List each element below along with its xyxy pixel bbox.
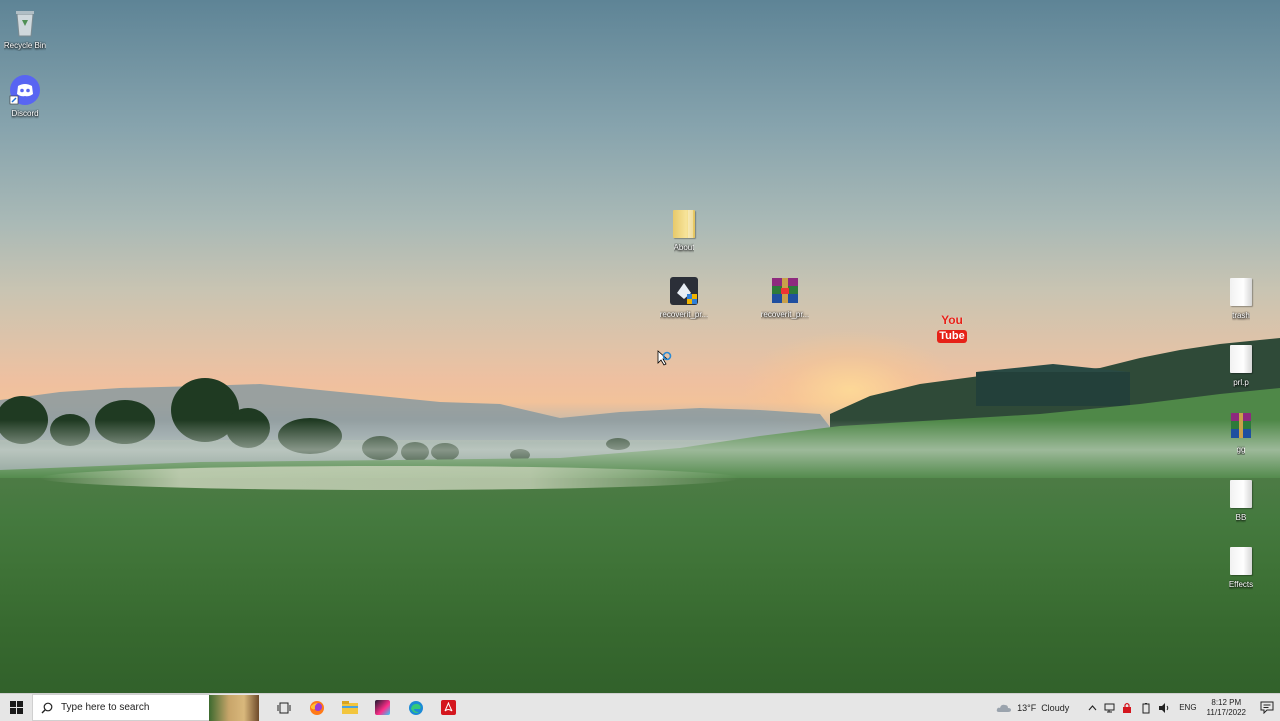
folder-icon bbox=[668, 208, 700, 240]
taskbar-app[interactable] bbox=[367, 694, 398, 721]
desktop-icon-trash[interactable]: trash bbox=[1204, 276, 1278, 321]
chevron-up-icon bbox=[1088, 704, 1097, 710]
desktop-icon-about[interactable]: About bbox=[647, 208, 721, 253]
weather-widget[interactable]: 13°F Cloudy bbox=[996, 702, 1069, 714]
search-highlight-art bbox=[209, 695, 259, 721]
file-icon bbox=[1225, 276, 1257, 308]
cloudy-weather-icon bbox=[996, 704, 1012, 712]
youtube-icon: You Tube bbox=[936, 314, 968, 344]
input-language-button[interactable]: ENG bbox=[1179, 703, 1196, 712]
desktop-icon-label: prl.p bbox=[1233, 378, 1249, 387]
desktop-icon-label: trash bbox=[1232, 311, 1250, 320]
desktop-icon-label: Effects bbox=[1228, 580, 1254, 589]
notifications-icon bbox=[1260, 701, 1274, 714]
desktop-icon-label: gg bbox=[1236, 445, 1246, 454]
desktop-icon-youtube[interactable]: You Tube bbox=[915, 314, 989, 347]
firefox-icon bbox=[309, 700, 324, 715]
file-icon bbox=[1225, 343, 1257, 375]
desktop-icon-effects[interactable]: Effects bbox=[1204, 545, 1278, 590]
taskbar-clock[interactable]: 8:12 PM 11/17/2022 bbox=[1207, 698, 1246, 718]
weather-temperature: 13°F bbox=[1017, 702, 1037, 713]
desktop-icon-recoverit-installer[interactable]: recoverit_pr... bbox=[647, 275, 721, 320]
show-hidden-icons-button[interactable] bbox=[1084, 700, 1100, 716]
adobe-acrobat-icon bbox=[441, 700, 456, 715]
taskbar-edge[interactable] bbox=[400, 694, 431, 721]
clock-time: 8:12 PM bbox=[1211, 697, 1242, 707]
clock-date: 11/17/2022 bbox=[1206, 707, 1246, 717]
tray-network-button[interactable] bbox=[1102, 700, 1118, 716]
desktop-icon-gg[interactable]: gg bbox=[1204, 410, 1278, 455]
desktop-icon-discord[interactable]: Discord bbox=[0, 74, 62, 119]
windows-logo-icon bbox=[9, 701, 23, 714]
desktop-icon-recoverit-archive[interactable]: recoverit_pr... bbox=[748, 275, 822, 320]
file-icon bbox=[1225, 478, 1257, 510]
tray-security-button[interactable] bbox=[1120, 700, 1136, 716]
battery-icon bbox=[1142, 702, 1150, 713]
taskbar-adobe-acrobat[interactable] bbox=[433, 694, 464, 721]
winrar-archive-icon bbox=[1225, 410, 1257, 442]
recycle-bin-icon bbox=[9, 6, 41, 38]
desktop-icon-bb[interactable]: BB bbox=[1204, 478, 1278, 523]
tray-volume-button[interactable] bbox=[1156, 700, 1172, 716]
taskbar-file-explorer[interactable] bbox=[334, 694, 365, 721]
system-tray: 13°F Cloudy ENG 8:12 PM 11/17/2022 bbox=[996, 694, 1280, 721]
desktop-icon-prl[interactable]: prl.p bbox=[1204, 343, 1278, 388]
winrar-archive-icon bbox=[769, 275, 801, 307]
taskbar: Type here to search 13°F Cloudy ENG 8:12… bbox=[0, 693, 1280, 721]
tray-battery-button[interactable] bbox=[1138, 700, 1154, 716]
desktop-icon-recycle-bin[interactable]: Recycle Bin bbox=[0, 6, 62, 51]
busy-cursor-icon bbox=[657, 350, 675, 373]
weather-condition: Cloudy bbox=[1041, 702, 1070, 713]
search-icon bbox=[41, 702, 53, 713]
desktop-icon-label: recoverit_pr... bbox=[659, 310, 709, 319]
security-alert-icon bbox=[1123, 702, 1132, 713]
volume-icon bbox=[1159, 702, 1169, 713]
task-view-icon bbox=[277, 702, 290, 713]
edge-icon bbox=[408, 700, 423, 715]
start-button[interactable] bbox=[0, 694, 32, 721]
desktop-icon-label: About bbox=[673, 243, 695, 252]
desktop-icon-label: Recycle Bin bbox=[3, 41, 47, 50]
app-icon bbox=[375, 700, 390, 715]
search-placeholder: Type here to search bbox=[61, 702, 150, 713]
youtube-logo-tube: Tube bbox=[937, 330, 967, 343]
discord-icon bbox=[9, 74, 41, 106]
file-icon bbox=[1225, 545, 1257, 577]
desktop-icon-label: Discord bbox=[11, 109, 39, 118]
action-center-button[interactable] bbox=[1254, 701, 1280, 714]
recoverit-installer-icon bbox=[668, 275, 700, 307]
network-icon bbox=[1104, 703, 1115, 712]
youtube-logo-you: You bbox=[941, 313, 963, 327]
wallpaper-fairway bbox=[40, 466, 740, 490]
wallpaper-grass bbox=[0, 478, 1280, 693]
taskbar-search-box[interactable]: Type here to search bbox=[32, 694, 259, 721]
desktop-icon-label: BB bbox=[1235, 513, 1247, 522]
taskbar-firefox[interactable] bbox=[301, 694, 332, 721]
desktop-wallpaper bbox=[0, 0, 1280, 693]
taskbar-apps bbox=[268, 694, 464, 721]
task-view-button[interactable] bbox=[268, 694, 299, 721]
desktop-icon-label: recoverit_pr... bbox=[760, 310, 810, 319]
file-explorer-icon bbox=[341, 700, 358, 714]
